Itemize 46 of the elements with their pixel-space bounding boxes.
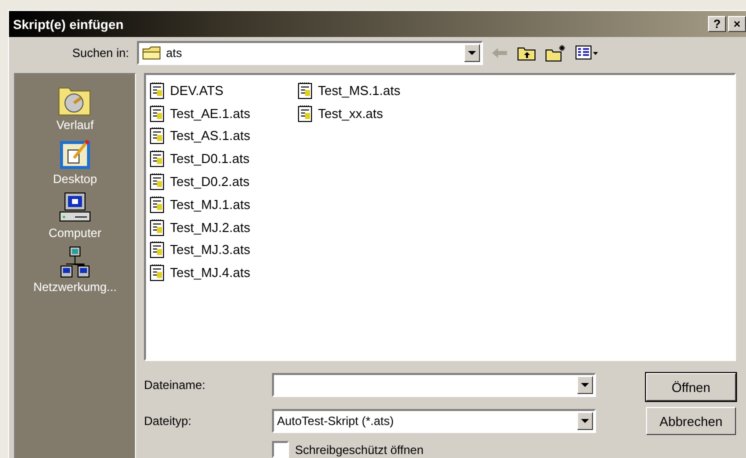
script-file-icon xyxy=(150,218,164,236)
cancel-button[interactable]: Abbrechen xyxy=(646,407,736,435)
file-item[interactable]: Test_D0.1.ats xyxy=(150,147,268,170)
file-item[interactable]: Test_D0.2.ats xyxy=(150,170,268,193)
file-name-label: Dateiname: xyxy=(144,378,206,392)
script-file-icon xyxy=(150,196,164,213)
places-item[interactable]: Computer xyxy=(48,192,102,240)
places-item[interactable]: Verlauf xyxy=(56,84,94,132)
window-title: Skript(e) einfügen xyxy=(13,16,124,32)
checkbox[interactable] xyxy=(272,441,289,458)
new-folder-icon[interactable] xyxy=(545,44,567,62)
file-item[interactable]: Test_MJ.3.ats xyxy=(150,238,268,262)
folder-icon xyxy=(142,45,162,61)
desktop-icon xyxy=(59,138,91,170)
close-button[interactable]: × xyxy=(728,16,746,32)
file-item[interactable]: Test_AE.1.ats xyxy=(150,102,268,125)
computer-icon xyxy=(59,192,91,224)
network-icon xyxy=(58,246,91,278)
file-item[interactable]: DEV.ATS xyxy=(150,79,268,102)
script-file-icon xyxy=(150,82,164,99)
script-file-icon xyxy=(298,82,312,99)
view-menu-icon[interactable] xyxy=(575,45,599,61)
read-only-label: Schreibgeschützt öffnen xyxy=(295,442,424,456)
script-file-icon xyxy=(150,104,164,122)
places-item[interactable]: Netzwerkumg... xyxy=(33,246,117,294)
file-type-label: Dateityp: xyxy=(144,414,192,428)
file-name-field[interactable] xyxy=(272,373,596,397)
help-button[interactable]: ? xyxy=(708,16,726,32)
file-type-dropdown[interactable]: AutoTest-Skript (*.ats) xyxy=(272,409,596,433)
file-item[interactable]: Test_MJ.2.ats xyxy=(150,216,268,239)
script-file-icon xyxy=(150,127,164,144)
file-item[interactable]: Test_MJ.1.ats xyxy=(150,192,268,216)
script-file-icon xyxy=(298,104,312,122)
file-item[interactable]: Test_MJ.4.ats xyxy=(150,261,268,284)
script-file-icon xyxy=(150,241,164,258)
look-in-label: Suchen in: xyxy=(71,46,130,60)
file-item[interactable]: Test_AS.1.ats xyxy=(150,124,268,148)
open-button[interactable]: Öffnen xyxy=(646,373,736,401)
file-item[interactable]: Test_MS.1.ats xyxy=(298,79,416,102)
look-in-dropdown[interactable]: ats xyxy=(137,41,483,65)
up-folder-icon[interactable] xyxy=(517,45,537,61)
places-item[interactable]: Desktop xyxy=(52,138,98,186)
file-item[interactable]: Test_xx.ats xyxy=(298,102,416,125)
script-file-icon xyxy=(150,150,164,168)
script-file-icon xyxy=(150,173,164,190)
script-file-icon xyxy=(150,264,164,282)
